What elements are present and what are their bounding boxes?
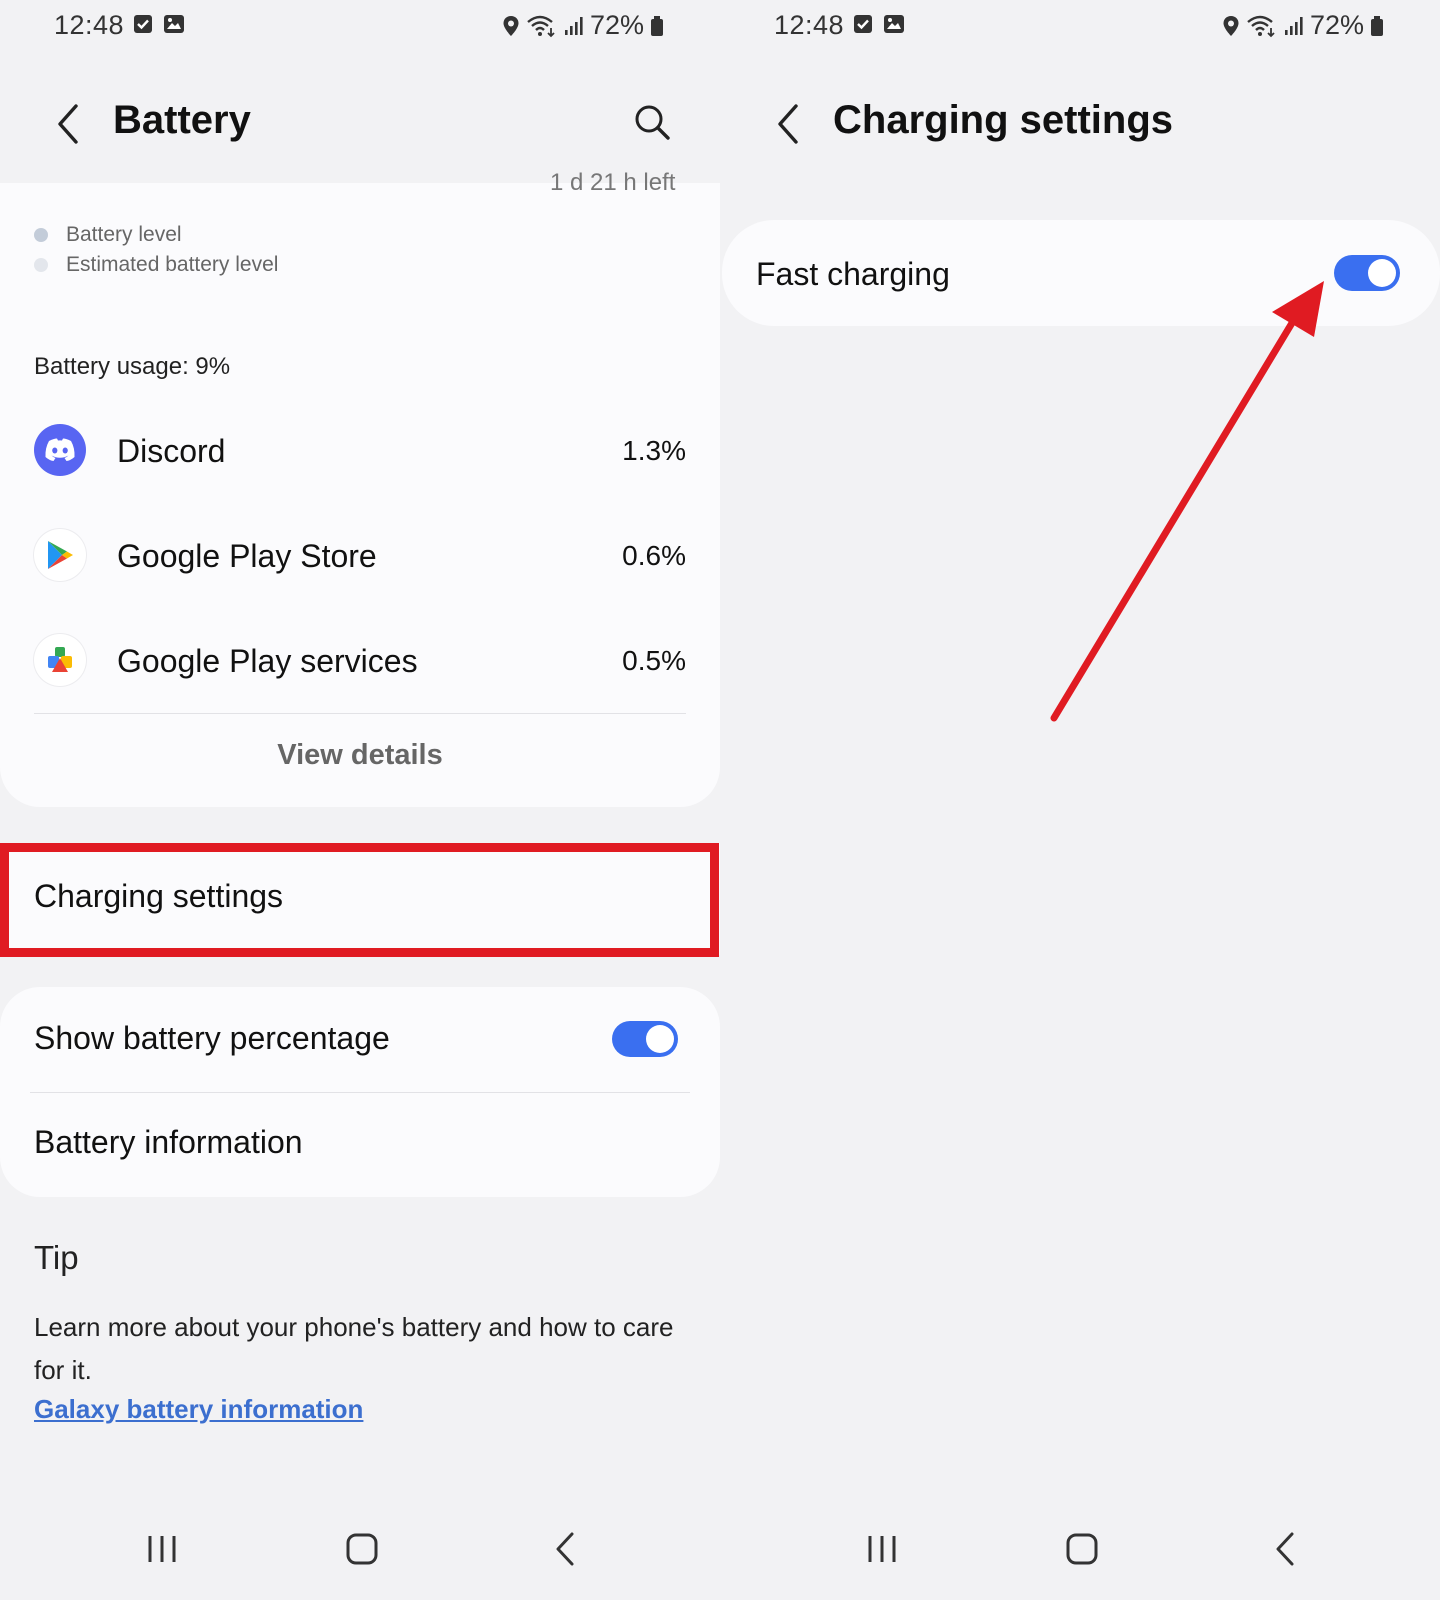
home-button[interactable] [337,1526,387,1572]
app-row-google-play-services[interactable]: Google Play services 0.5% [0,615,720,705]
battery-screen: 12:48 72% Battery 1 d 21 h left Battery … [0,0,720,1600]
galaxy-battery-information-link[interactable]: Galaxy battery information [34,1394,363,1425]
wifi-icon [527,15,555,37]
legend-dot [34,258,48,272]
checkbox-notification-icon [134,15,152,33]
view-details-button[interactable]: View details [0,739,720,772]
play-services-icon [34,634,86,686]
legend-label: Estimated battery level [66,253,279,276]
system-icons: 72% [502,10,664,41]
page-title: Battery [113,98,251,142]
gallery-notification-icon [164,15,184,33]
recent-apps-button[interactable] [137,1526,187,1572]
time-left-text: 1 d 21 h left [550,169,676,196]
battery-percent-text: 72% [589,10,644,40]
status-time: 12:48 [54,10,125,40]
location-icon [503,15,519,36]
discord-icon [34,424,86,476]
show-battery-percentage-label: Show battery percentage [34,1020,390,1056]
app-name: Google Play services [117,643,418,679]
navigation-bar [720,1504,1440,1600]
charging-settings-item[interactable]: Charging settings [0,843,720,955]
search-icon[interactable] [632,102,672,142]
divider [34,713,686,714]
home-button[interactable] [1057,1526,1107,1572]
app-header: Battery [0,88,720,158]
notification-icons [133,14,185,34]
app-percent: 0.5% [622,645,686,676]
play-store-icon [34,529,86,581]
nav-back-button[interactable] [1260,1526,1310,1572]
legend-dot [34,228,48,242]
battery-usage-card: 1 d 21 h left Battery level Estimated ba… [0,169,720,807]
navigation-bar [0,1504,720,1600]
battery-icon [651,15,663,36]
nav-back-button[interactable] [540,1526,590,1572]
legend-estimated-battery-level: Estimated battery level [34,253,278,277]
tip-title: Tip [34,1239,79,1276]
tip-body: Learn more about your phone's battery an… [34,1312,674,1385]
toggle-knob [646,1025,674,1053]
battery-usage-label: Battery usage: 9% [34,353,231,380]
status-bar: 12:48 72% [0,0,720,52]
charging-settings-screen: 12:48 72% Charging settings Fast chargin… [720,0,1440,1600]
app-row-google-play-store[interactable]: Google Play Store 0.6% [0,510,720,600]
app-percent: 1.3% [622,435,686,466]
divider [30,1092,690,1093]
display-settings-card: Show battery percentage Battery informat… [0,987,720,1197]
app-row-discord[interactable]: Discord 1.3% [0,405,720,495]
back-button[interactable] [50,102,86,146]
signal-icon [564,16,583,35]
recent-apps-button[interactable] [857,1526,907,1572]
app-name: Discord [117,433,226,469]
battery-information-item[interactable]: Battery information [34,1124,303,1161]
red-arrow-annotation [1050,281,1324,722]
charging-settings-label: Charging settings [34,878,284,914]
show-battery-percentage-toggle[interactable] [612,1021,678,1057]
legend-label: Battery level [66,223,182,246]
app-percent: 0.6% [622,540,686,571]
app-name: Google Play Store [117,538,377,574]
legend-battery-level: Battery level [34,223,182,247]
